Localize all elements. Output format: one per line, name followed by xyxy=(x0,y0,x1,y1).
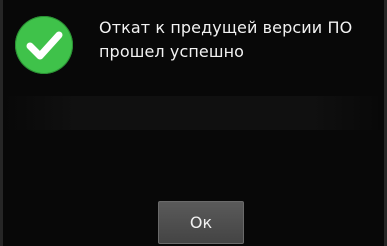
rollback-success-dialog: Откат к предущей версии ПО прошел успешн… xyxy=(0,0,387,246)
ok-button[interactable]: Ок xyxy=(158,201,244,244)
checkmark-success-icon xyxy=(15,16,73,74)
dialog-message: Откат к предущей версии ПО прошел успешн… xyxy=(99,18,353,61)
background-ghost-band xyxy=(3,96,384,130)
checkmark-icon xyxy=(26,31,63,60)
